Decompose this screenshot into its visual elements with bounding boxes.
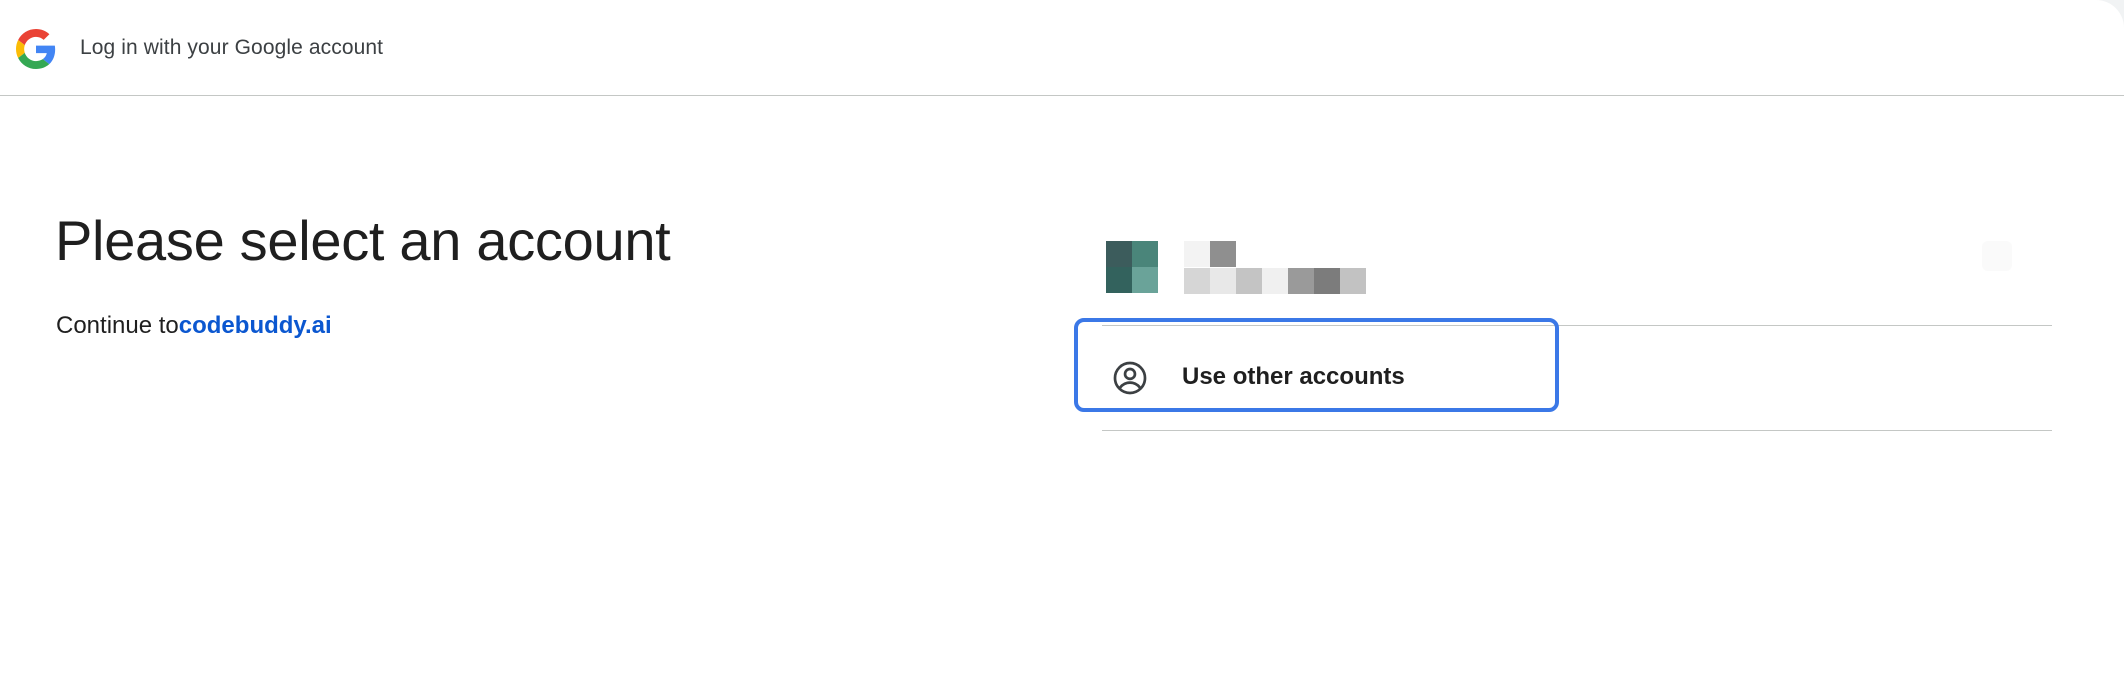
use-other-accounts-button[interactable]: Use other accounts <box>1102 327 2052 429</box>
header-title: Log in with your Google account <box>80 36 384 59</box>
page-title: Please select an account <box>55 209 671 272</box>
account-trailing-placeholder <box>1982 241 2012 271</box>
continue-prefix: Continue to <box>56 312 179 339</box>
google-g-icon <box>16 29 56 69</box>
divider <box>1102 325 2052 326</box>
use-other-accounts-label: Use other accounts <box>1182 363 1405 390</box>
continue-to-line: Continue tocodebuddy.ai <box>56 312 332 340</box>
account-circle-icon <box>1113 361 1147 395</box>
oauth-window: Log in with your Google account Please s… <box>0 0 2124 684</box>
account-list-item[interactable] <box>1102 241 2052 323</box>
app-domain-link[interactable]: codebuddy.ai <box>179 312 332 339</box>
header-bar: Log in with your Google account <box>0 0 2124 96</box>
divider <box>1102 430 2052 431</box>
